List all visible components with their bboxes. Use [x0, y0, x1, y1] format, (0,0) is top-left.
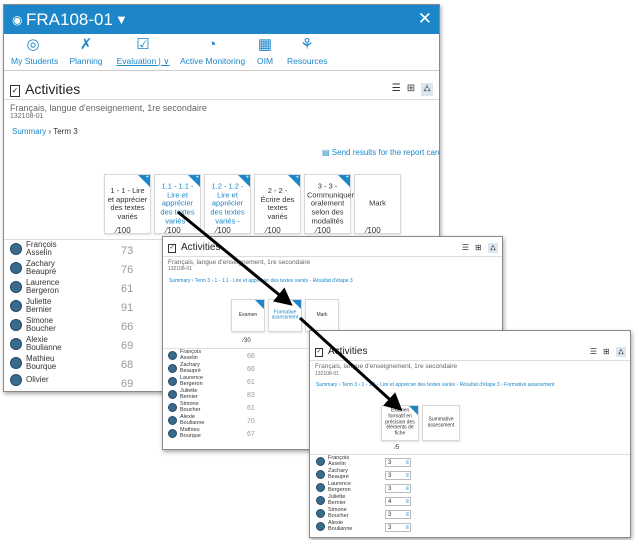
arrow-2: [298, 316, 403, 412]
annotation-arrows: [177, 210, 403, 412]
arrow-1: [177, 210, 293, 306]
